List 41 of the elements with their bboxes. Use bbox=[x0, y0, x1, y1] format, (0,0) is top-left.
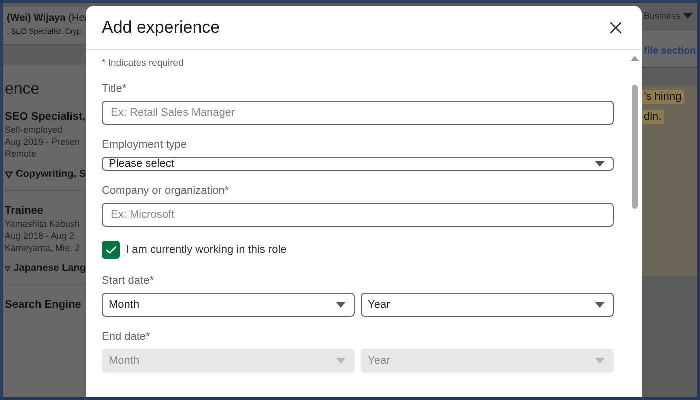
field-label: Start date* bbox=[102, 274, 155, 289]
caret-icon bbox=[595, 161, 605, 167]
skills-text: Copywriting, S bbox=[16, 169, 86, 180]
field-label: End date* bbox=[102, 330, 152, 345]
required-note: * Indicates required bbox=[102, 58, 185, 69]
job-title: Trainee bbox=[5, 205, 45, 217]
ad-text: dln. bbox=[642, 110, 664, 124]
job-detail: Kameyama, Mie, J bbox=[5, 243, 81, 253]
text-field[interactable]: Ex: Retail Sales Manager bbox=[102, 101, 614, 125]
job-detail: Self-employed bbox=[5, 125, 64, 135]
ad-banner[interactable]: ’s hiring dln. bbox=[642, 86, 697, 276]
business-menu[interactable]: Business bbox=[642, 9, 697, 23]
section-title: ence bbox=[5, 81, 41, 99]
job-detail: Aug 2019 - Presen bbox=[5, 137, 82, 147]
caret-icon bbox=[595, 302, 605, 308]
field-label: Employment type bbox=[102, 138, 188, 153]
job-detail: Aug 2018 - Aug 2 bbox=[5, 231, 76, 241]
ad-text: ’s hiring bbox=[642, 90, 684, 104]
caret-icon bbox=[336, 358, 346, 364]
check-icon bbox=[104, 244, 118, 256]
text-field[interactable]: Ex: Microsoft bbox=[102, 203, 614, 227]
field-label: Company or organization* bbox=[102, 184, 230, 199]
checkbox-label: I am currently working in this role bbox=[126, 244, 287, 256]
caret-icon bbox=[336, 302, 346, 308]
checkbox[interactable] bbox=[102, 241, 120, 259]
caret-icon bbox=[595, 358, 605, 364]
skills-text: Japanese Lang bbox=[14, 263, 86, 274]
job-detail: Yamashita Kabush bbox=[5, 219, 81, 229]
select-field[interactable]: Please select bbox=[102, 157, 614, 171]
select-field[interactable]: Month bbox=[102, 293, 355, 317]
dialog-title: Add experience bbox=[102, 18, 220, 38]
scroll-up-icon[interactable] bbox=[631, 56, 639, 61]
caret-icon bbox=[682, 13, 693, 19]
job-detail: Remote bbox=[5, 149, 38, 159]
job-title: SEO Specialist, bbox=[5, 111, 86, 123]
job-title: Search Engine bbox=[5, 299, 82, 311]
select-field[interactable]: Year bbox=[361, 293, 614, 317]
profile-name: (Wei) Wijaya bbox=[7, 13, 66, 24]
field-label: Title* bbox=[102, 82, 128, 97]
triangle-icon bbox=[5, 264, 11, 272]
triangle-icon bbox=[5, 170, 13, 178]
